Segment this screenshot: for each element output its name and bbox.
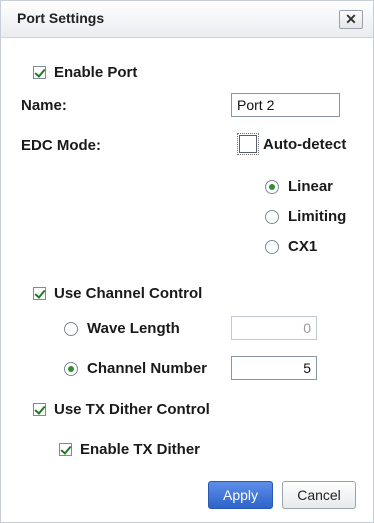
edc-option-cx1[interactable]: CX1 [265, 238, 317, 255]
edc-option-limiting[interactable]: Limiting [265, 208, 346, 225]
wave-length-label: Wave Length [87, 320, 180, 337]
port-settings-dialog: Port Settings ✕ Enable Port Name: Port 2… [0, 0, 374, 523]
linear-label: Linear [288, 178, 334, 195]
tx-dither-control-checkbox[interactable] [33, 403, 46, 416]
edc-mode-label: EDC Mode: [21, 137, 101, 154]
limiting-radio[interactable] [265, 209, 279, 224]
cancel-button[interactable]: Cancel [282, 481, 356, 509]
channel-number-input[interactable]: 5 [231, 356, 317, 380]
channel-control-row[interactable]: Use Channel Control [33, 285, 202, 302]
close-button[interactable]: ✕ [339, 10, 363, 29]
edc-option-linear[interactable]: Linear [265, 178, 333, 195]
channel-control-label: Use Channel Control [54, 285, 203, 302]
channel-control-checkbox[interactable] [33, 287, 46, 300]
auto-detect-row[interactable]: Auto-detect [237, 133, 347, 155]
channel-number-label: Channel Number [87, 360, 208, 377]
cx1-radio[interactable] [265, 239, 279, 254]
enable-port-row[interactable]: Enable Port [33, 64, 137, 81]
enable-tx-dither-checkbox[interactable] [59, 443, 72, 456]
wave-length-option[interactable]: Wave Length [64, 320, 180, 337]
cx1-label: CX1 [288, 238, 318, 255]
channel-number-radio[interactable] [64, 361, 78, 376]
tx-dither-control-row[interactable]: Use TX Dither Control [33, 401, 210, 418]
wave-length-input[interactable]: 0 [231, 316, 317, 340]
name-input[interactable]: Port 2 [231, 93, 340, 117]
close-icon: ✕ [345, 11, 357, 27]
name-label: Name: [21, 97, 67, 114]
enable-tx-dither-label: Enable TX Dither [80, 441, 201, 458]
limiting-label: Limiting [288, 208, 347, 225]
linear-radio[interactable] [265, 179, 279, 194]
wave-length-radio[interactable] [64, 321, 78, 336]
enable-port-checkbox[interactable] [33, 66, 46, 79]
auto-detect-label: Auto-detect [263, 135, 347, 153]
auto-detect-checkbox[interactable] [237, 133, 259, 155]
enable-port-label: Enable Port [54, 64, 138, 81]
dialog-title: Port Settings [17, 10, 105, 26]
apply-button[interactable]: Apply [208, 481, 273, 509]
dialog-titlebar: Port Settings ✕ [1, 1, 373, 38]
tx-dither-control-label: Use TX Dither Control [54, 401, 210, 418]
enable-tx-dither-row[interactable]: Enable TX Dither [59, 441, 200, 458]
channel-number-option[interactable]: Channel Number [64, 360, 207, 377]
